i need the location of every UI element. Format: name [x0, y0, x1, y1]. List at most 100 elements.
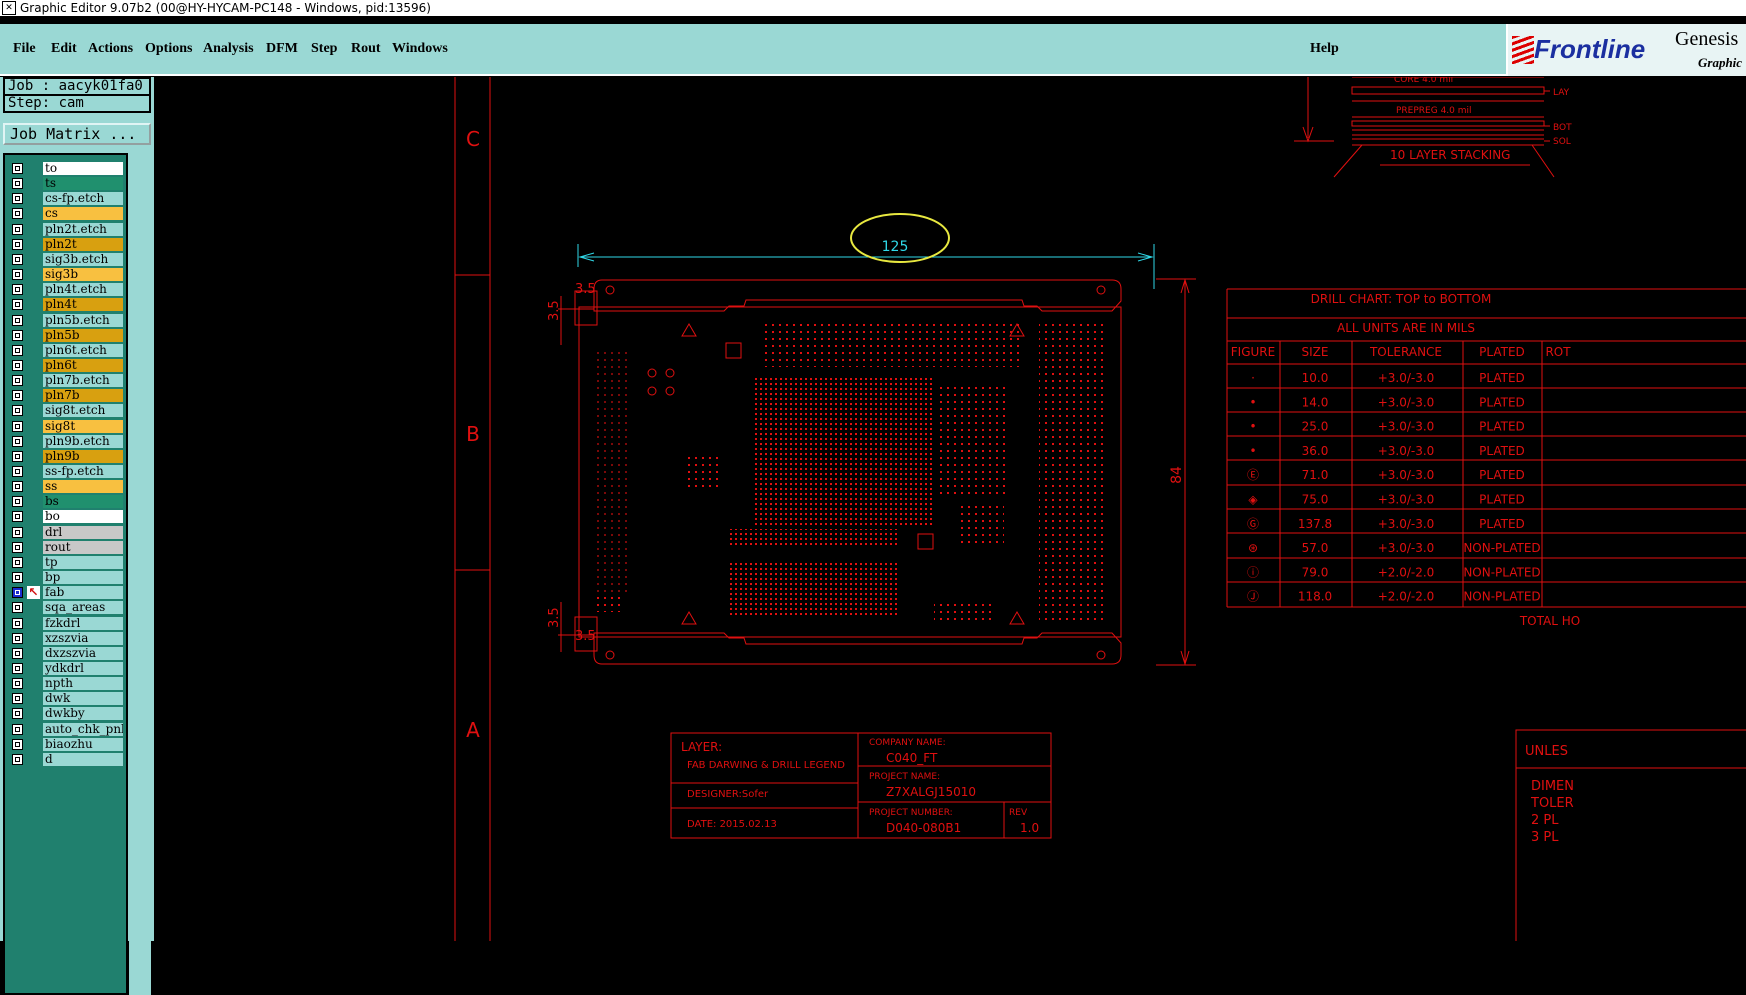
- layer-name[interactable]: cs: [43, 207, 123, 221]
- layer-checkbox[interactable]: [12, 602, 23, 614]
- layer-status-cell[interactable]: [27, 283, 40, 296]
- layer-status-cell[interactable]: [27, 359, 40, 372]
- layer-checkbox[interactable]: [12, 238, 23, 250]
- layer-name[interactable]: pln5b.etch: [43, 313, 123, 327]
- layer-status-cell[interactable]: [27, 692, 40, 705]
- layer-name[interactable]: bp: [43, 571, 123, 585]
- layer-row[interactable]: pln9b: [5, 449, 126, 464]
- layer-status-cell[interactable]: [27, 738, 40, 751]
- layer-checkbox[interactable]: [12, 450, 23, 462]
- layer-row[interactable]: sig8t: [5, 419, 126, 434]
- layer-name[interactable]: auto_chk_pnl: [43, 722, 123, 736]
- layer-checkbox[interactable]: [12, 163, 23, 174]
- layer-row[interactable]: ss-fp.etch: [5, 464, 126, 479]
- layer-checkbox[interactable]: [12, 208, 23, 220]
- layer-row[interactable]: sig3b: [5, 267, 126, 282]
- layer-name[interactable]: ss-fp.etch: [43, 465, 123, 478]
- layer-name[interactable]: pln4t.etch: [43, 283, 123, 297]
- layer-name[interactable]: bo: [43, 510, 123, 524]
- layer-row[interactable]: auto_chk_pnl: [5, 722, 126, 737]
- layer-row[interactable]: dxzszvia: [5, 646, 126, 661]
- layer-checkbox[interactable]: [12, 481, 23, 493]
- layer-checkbox[interactable]: [12, 753, 23, 765]
- layer-status-cell[interactable]: [27, 571, 40, 584]
- layer-name[interactable]: pln6t: [43, 358, 123, 372]
- layer-name[interactable]: ydkdrl: [43, 661, 123, 675]
- layer-row[interactable]: drl: [5, 525, 126, 540]
- layer-checkbox[interactable]: [12, 405, 23, 417]
- layer-row[interactable]: bp: [5, 570, 126, 585]
- layer-status-cell[interactable]: [27, 601, 40, 614]
- layer-name[interactable]: pln2t: [43, 237, 123, 251]
- layer-name[interactable]: sig3b: [43, 268, 123, 282]
- layer-name[interactable]: ts: [43, 177, 123, 191]
- layer-name[interactable]: dwk: [43, 692, 123, 706]
- layer-checkbox[interactable]: [12, 253, 23, 265]
- layer-row[interactable]: rout: [5, 540, 126, 555]
- menu-edit[interactable]: Edit: [51, 41, 77, 57]
- layer-status-cell[interactable]: [27, 207, 40, 220]
- layer-checkbox[interactable]: [12, 632, 23, 644]
- layer-checkbox[interactable]: [12, 572, 23, 584]
- layer-status-cell[interactable]: [27, 329, 40, 342]
- layer-status-cell[interactable]: [27, 723, 40, 736]
- layer-name[interactable]: pln7b.etch: [43, 374, 123, 388]
- layer-name[interactable]: pln7b: [43, 389, 123, 403]
- layer-name[interactable]: pln9b.etch: [43, 434, 123, 448]
- layer-name[interactable]: pln6t.etch: [43, 343, 123, 357]
- layer-row[interactable]: sqa_areas: [5, 600, 126, 615]
- layer-name[interactable]: pln9b: [43, 449, 123, 463]
- layer-checkbox[interactable]: [12, 526, 23, 538]
- layer-name[interactable]: xzszvia: [43, 631, 123, 645]
- layer-row[interactable]: dwkby: [5, 706, 126, 721]
- layer-row[interactable]: dwk: [5, 691, 126, 706]
- layer-status-cell[interactable]: [27, 344, 40, 357]
- layer-row[interactable]: pln9b.etch: [5, 434, 126, 449]
- layer-status-cell[interactable]: [27, 314, 40, 327]
- layer-row[interactable]: pln6t: [5, 358, 126, 373]
- layer-row[interactable]: to: [5, 161, 126, 176]
- layer-checkbox[interactable]: [12, 723, 23, 735]
- layer-status-cell[interactable]: [27, 556, 40, 569]
- layer-checkbox[interactable]: [12, 708, 23, 720]
- layer-checkbox[interactable]: [12, 359, 23, 371]
- layer-checkbox[interactable]: [12, 269, 23, 281]
- layer-checkbox[interactable]: [12, 375, 23, 387]
- layer-status-cell[interactable]: [27, 223, 40, 236]
- layer-status-cell[interactable]: [27, 495, 40, 508]
- layer-row[interactable]: pln4t: [5, 297, 126, 312]
- layer-name[interactable]: pln4t: [43, 298, 123, 312]
- layer-status-cell[interactable]: [27, 662, 40, 675]
- layer-name[interactable]: npth: [43, 677, 123, 691]
- layer-name[interactable]: rout: [43, 540, 123, 554]
- layer-status-cell[interactable]: [27, 420, 40, 433]
- layer-row[interactable]: cs-fp.etch: [5, 191, 126, 206]
- layer-status-cell[interactable]: [27, 253, 40, 266]
- layer-name[interactable]: cs-fp.etch: [43, 192, 123, 206]
- layer-status-cell[interactable]: [27, 526, 40, 539]
- layer-status-cell[interactable]: [27, 647, 40, 660]
- menu-analysis[interactable]: Analysis: [203, 41, 254, 57]
- layer-checkbox[interactable]: [12, 496, 23, 508]
- layer-status-cell[interactable]: [27, 389, 40, 402]
- layer-status-cell[interactable]: [27, 677, 40, 690]
- layer-status-cell[interactable]: [27, 435, 40, 448]
- layer-name[interactable]: fzkdrl: [43, 616, 123, 630]
- layer-status-cell[interactable]: [27, 238, 40, 251]
- layer-row[interactable]: pln5b: [5, 328, 126, 343]
- layer-status-cell[interactable]: [27, 632, 40, 645]
- layer-row[interactable]: ts: [5, 176, 126, 191]
- layer-status-cell[interactable]: [27, 268, 40, 281]
- menu-windows[interactable]: Windows: [392, 41, 448, 57]
- layer-checkbox[interactable]: [12, 556, 23, 568]
- layer-status-cell[interactable]: [27, 177, 40, 190]
- layer-checkbox[interactable]: [12, 390, 23, 402]
- layer-row[interactable]: pln6t.etch: [5, 343, 126, 358]
- layer-status-cell[interactable]: [27, 480, 40, 493]
- layer-row[interactable]: pln5b.etch: [5, 313, 126, 328]
- layer-row[interactable]: d: [5, 752, 126, 767]
- layer-checkbox[interactable]: [12, 223, 23, 235]
- layer-name[interactable]: bs: [43, 495, 123, 509]
- layer-checkbox[interactable]: [12, 299, 23, 311]
- layer-name[interactable]: dwkby: [43, 707, 123, 721]
